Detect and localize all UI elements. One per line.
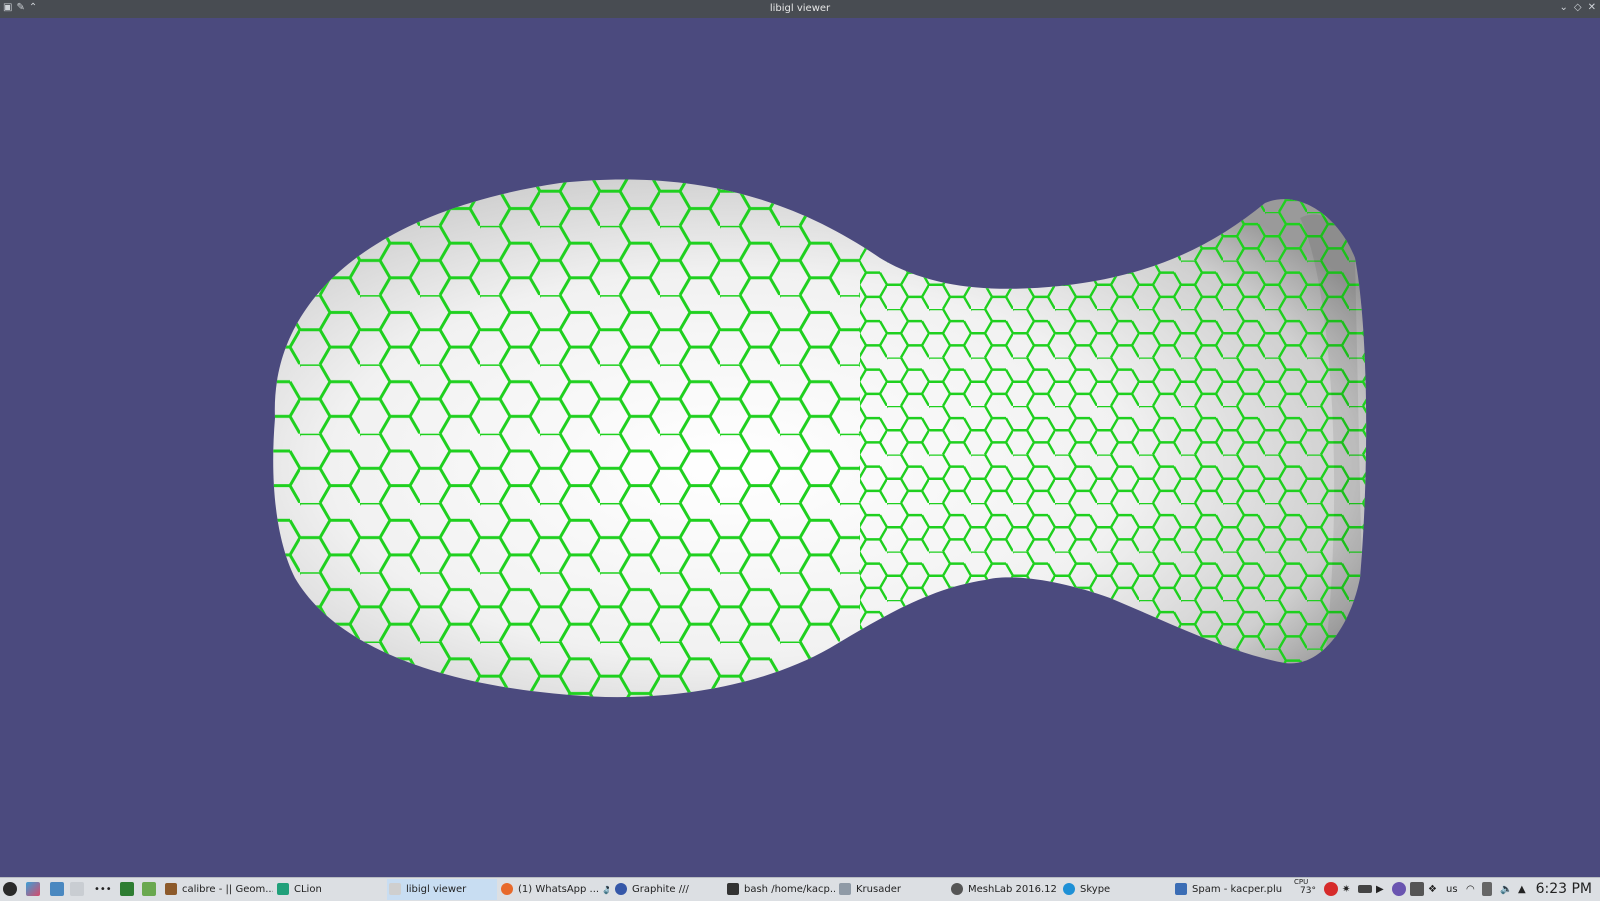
brightness-icon[interactable]: ✷ <box>1342 878 1350 901</box>
window-title: libigl viewer <box>769 3 831 14</box>
tray-expand-icon[interactable]: ▲ <box>1518 878 1526 901</box>
taskbar-item-bash[interactable]: bash /home/kacp... <box>725 879 835 900</box>
volume-icon[interactable]: 🔈 <box>1500 878 1512 901</box>
skype-icon <box>1063 883 1075 895</box>
more-icon[interactable]: ••• <box>92 879 114 900</box>
taskbar-item-krusader[interactable]: Krusader <box>837 879 947 900</box>
terminal-icon <box>727 883 739 895</box>
app-launcher-icon[interactable] <box>3 882 17 896</box>
window-titlebar: ▣ ✎ ⌃ libigl viewer ⌄ ◇ ✕ <box>0 0 1600 18</box>
speaker-icon: 🔈 <box>603 884 609 895</box>
clion-icon <box>277 883 289 895</box>
meshlab-icon <box>951 883 963 895</box>
desktop-pager-3-icon[interactable] <box>70 882 84 896</box>
close-icon[interactable]: ✕ <box>1588 2 1596 13</box>
taskbar-item-clion[interactable]: CLion <box>275 879 385 900</box>
taskbar-item-libigl-viewer[interactable]: libigl viewer <box>387 879 497 900</box>
taskbar-item-meshlab[interactable]: MeshLab 2016.12 <box>949 879 1059 900</box>
firefox-icon <box>501 883 513 895</box>
n-app-icon[interactable] <box>120 882 134 896</box>
krusader-icon <box>839 883 851 895</box>
dropbox-icon[interactable]: ❖ <box>1428 878 1437 901</box>
play-icon[interactable]: ▶ <box>1376 878 1384 901</box>
mail-icon <box>1175 883 1187 895</box>
battery-icon[interactable] <box>1358 885 1372 893</box>
taskbar-item-skype[interactable]: Skype <box>1061 879 1171 900</box>
x-window-icon <box>389 883 401 895</box>
cpu-monitor[interactable]: CPU 73° <box>1294 878 1316 901</box>
android-icon[interactable] <box>142 882 156 896</box>
keyboard-layout[interactable]: us <box>1446 878 1458 901</box>
desktop-pager-2-icon[interactable] <box>50 882 64 896</box>
graphite-icon <box>615 883 627 895</box>
media-player-icon[interactable] <box>1392 882 1406 896</box>
3d-viewport[interactable] <box>0 18 1600 877</box>
taskbar: ••• calibre - || Geom... CLion libigl vi… <box>0 877 1600 901</box>
taskbar-item-spam-mail[interactable]: Spam - kacper.plu... <box>1173 879 1283 900</box>
vase-hex-texture-large <box>273 179 860 698</box>
taskbar-item-calibre[interactable]: calibre - || Geom... <box>163 879 273 900</box>
taskbar-item-graphite[interactable]: Graphite /// <box>613 879 723 900</box>
clock[interactable]: 6:23 PM <box>1536 878 1592 901</box>
vase-hex-texture-small <box>860 179 1367 698</box>
sd-card-icon[interactable] <box>1482 882 1492 896</box>
calibre-icon <box>165 883 177 895</box>
wifi-icon[interactable]: ◠ <box>1466 878 1475 901</box>
desktop-pager-1-icon[interactable] <box>26 882 40 896</box>
no-entry-icon[interactable] <box>1324 882 1338 896</box>
mesh-render <box>273 179 1367 698</box>
minimize-icon[interactable]: ⌄ <box>1560 2 1568 13</box>
taskbar-item-whatsapp[interactable]: (1) WhatsApp ...🔈 <box>499 879 609 900</box>
maximize-icon[interactable]: ◇ <box>1574 2 1582 13</box>
clipboard-icon[interactable] <box>1410 882 1424 896</box>
